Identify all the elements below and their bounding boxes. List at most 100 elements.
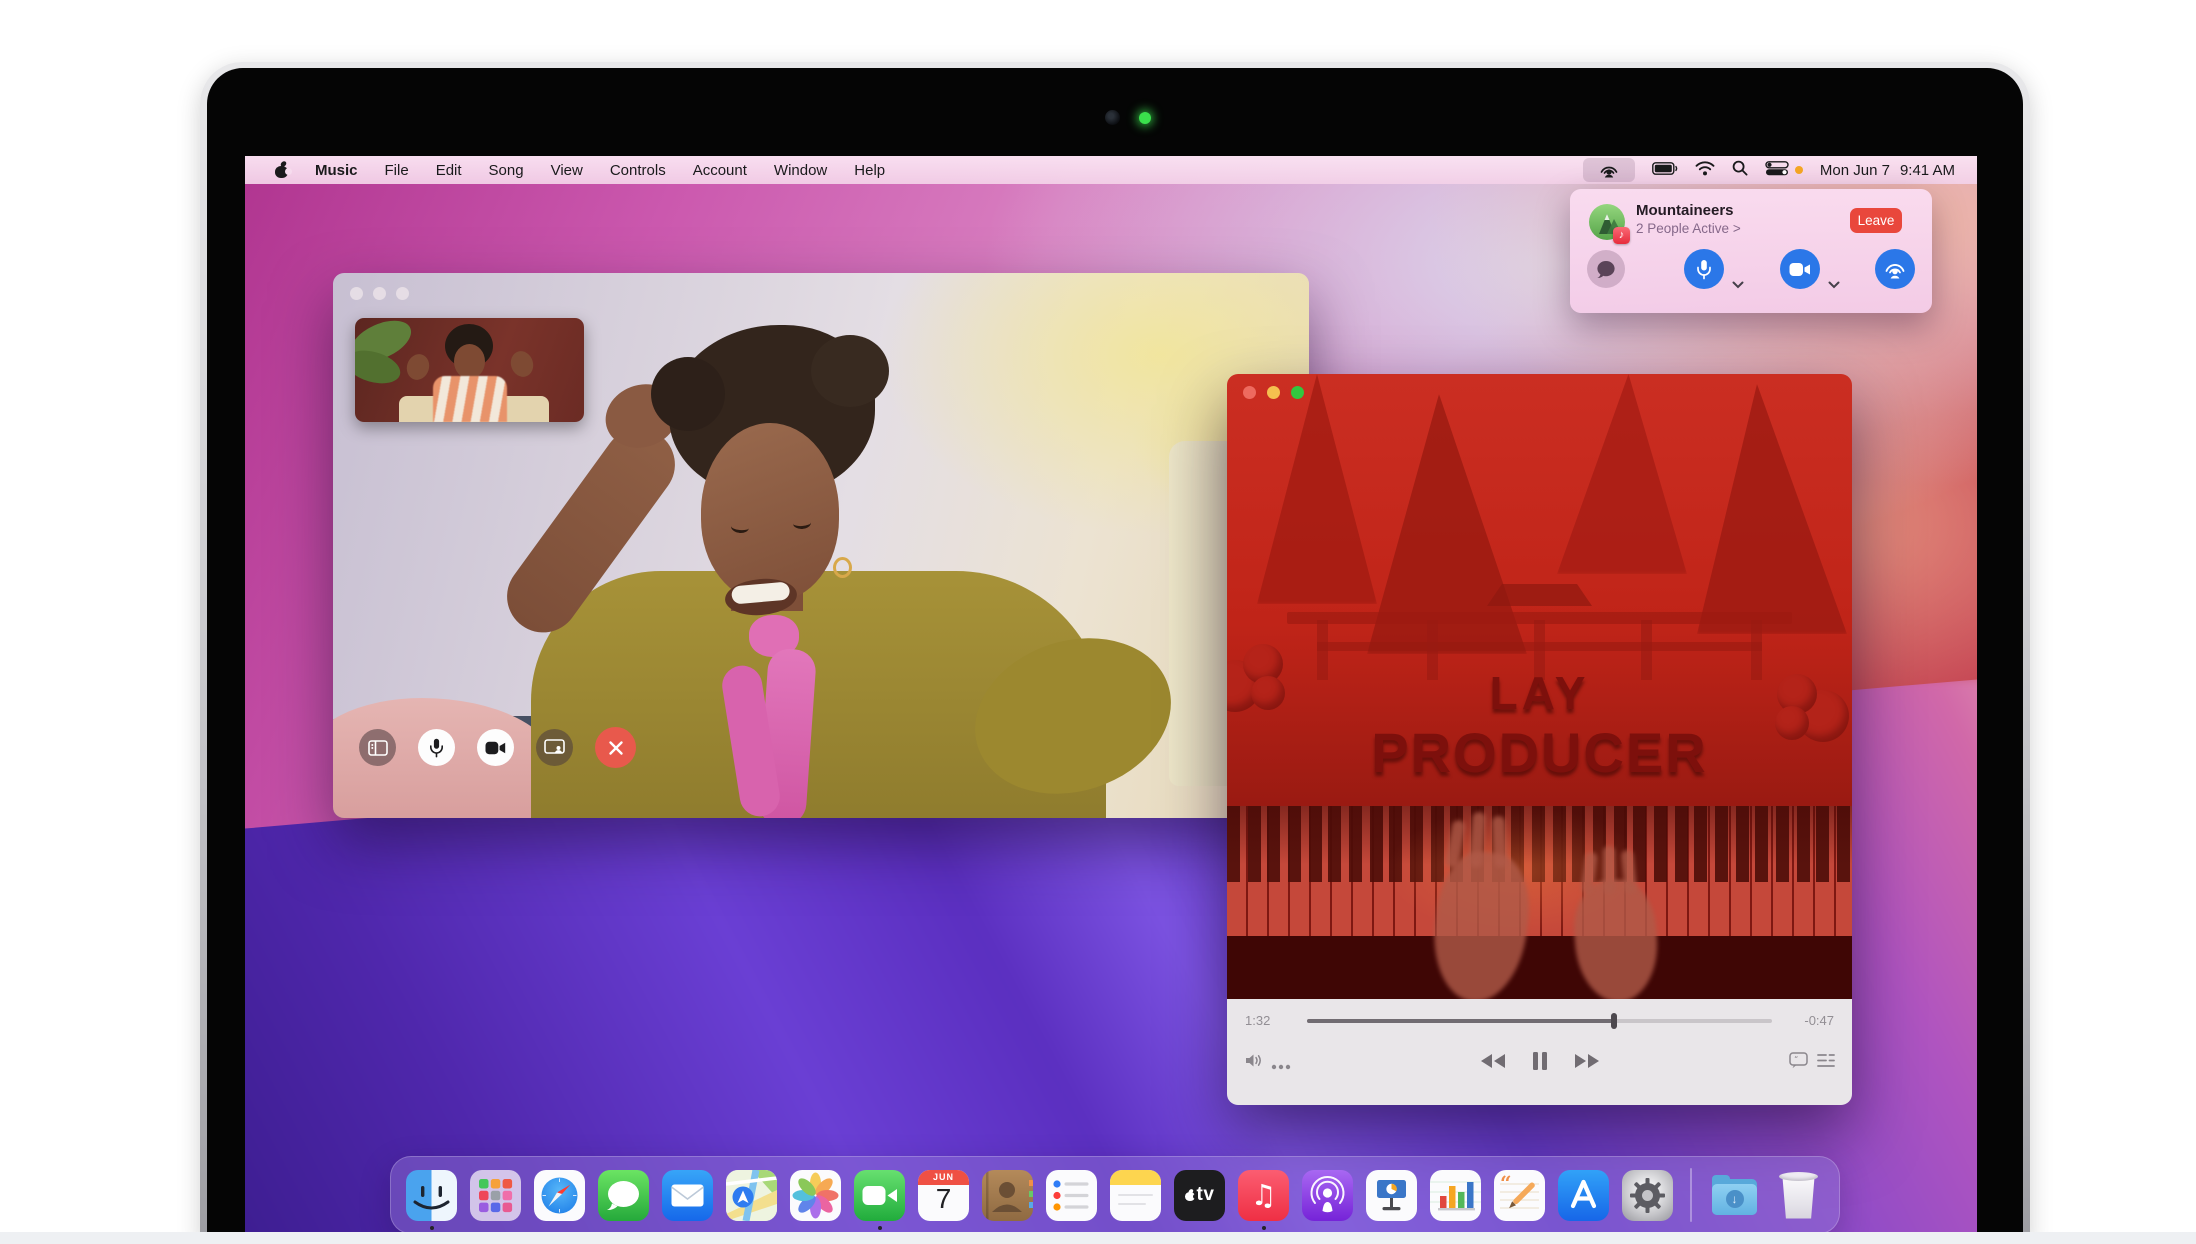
tv-label: tv <box>1196 1184 1215 1205</box>
dock-item-trash[interactable] <box>1773 1170 1824 1221</box>
control-center-icon[interactable] <box>1765 160 1789 180</box>
player-controls: 1:32 -0:47 “ <box>1227 999 1852 1105</box>
zoom-button[interactable] <box>396 287 409 300</box>
menu-date[interactable]: Mon Jun 7 <box>1820 162 1890 179</box>
dock-item-system-preferences[interactable] <box>1622 1169 1673 1221</box>
svg-text:“: “ <box>1500 1171 1512 1195</box>
dock-item-maps[interactable] <box>726 1169 777 1221</box>
menu-help[interactable]: Help <box>854 162 885 179</box>
dock-item-launchpad[interactable] <box>470 1169 521 1221</box>
dock-item-pages[interactable]: “ <box>1494 1169 1545 1221</box>
app-store-icon <box>1558 1169 1609 1221</box>
apple-logo <box>1184 1188 1198 1201</box>
dock-item-mail[interactable] <box>662 1169 713 1221</box>
facetime-window <box>333 273 1309 818</box>
close-button[interactable] <box>350 287 363 300</box>
facetime-call-controls <box>359 727 636 768</box>
man-shirt <box>433 376 507 422</box>
mic-chevron-down-icon[interactable] <box>1732 276 1744 294</box>
safari-icon <box>534 1169 585 1221</box>
local-video-pip[interactable] <box>355 318 584 422</box>
facetime-icon <box>854 1169 905 1221</box>
dock-item-notes[interactable] <box>1110 1169 1161 1221</box>
downloads-folder-icon: ↓ <box>1709 1170 1760 1221</box>
shareplay-panel: ♪ Mountaineers 2 People Active > Leave <box>1570 189 1932 313</box>
elapsed-time: 1:32 <box>1245 1013 1271 1028</box>
dock-item-reminders[interactable] <box>1046 1169 1097 1221</box>
minimize-button[interactable] <box>1267 386 1280 399</box>
dock-item-messages[interactable] <box>598 1169 649 1221</box>
lyrics-icon[interactable]: “ <box>1789 1052 1808 1074</box>
menu-time[interactable]: 9:41 AM <box>1900 162 1955 179</box>
video-toggle-button[interactable] <box>477 729 514 766</box>
music-app-icon: ♫ <box>1238 1169 1289 1221</box>
dock-item-tv[interactable]: tv <box>1174 1169 1225 1221</box>
pages-icon: “ <box>1494 1169 1545 1221</box>
calendar-day: 7 <box>935 1182 952 1214</box>
dock-item-calendar[interactable]: JUN 7 <box>918 1169 969 1221</box>
dock-item-facetime[interactable] <box>854 1169 905 1230</box>
share-screen-button[interactable] <box>536 729 573 766</box>
menu-window[interactable]: Window <box>774 162 827 179</box>
menu-controls[interactable]: Controls <box>610 162 666 179</box>
camera-active-led <box>1139 112 1151 124</box>
dock-item-music[interactable]: ♫ <box>1238 1169 1289 1230</box>
menu-view[interactable]: View <box>551 162 583 179</box>
shareplay-people-active[interactable]: 2 People Active > <box>1636 221 1741 236</box>
shareplay-menu-icon[interactable] <box>1582 158 1635 182</box>
dock-item-contacts[interactable] <box>982 1169 1033 1221</box>
dock-item-finder[interactable] <box>406 1169 457 1230</box>
menu-account[interactable]: Account <box>693 162 747 179</box>
end-call-button[interactable] <box>595 727 636 768</box>
rewind-button[interactable] <box>1480 1053 1506 1074</box>
mic-button[interactable] <box>1684 249 1724 289</box>
menu-app-name[interactable]: Music <box>315 162 358 179</box>
camera-button[interactable] <box>1780 249 1820 289</box>
keynote-icon <box>1366 1169 1417 1221</box>
menu-edit[interactable]: Edit <box>436 162 462 179</box>
dock-item-app-store[interactable] <box>1558 1169 1609 1221</box>
progress-thumb[interactable] <box>1610 1012 1617 1029</box>
dock-item-keynote[interactable] <box>1366 1169 1417 1221</box>
progress-bar[interactable] <box>1307 1012 1772 1029</box>
numbers-icon <box>1430 1169 1481 1221</box>
dock-item-safari[interactable] <box>534 1169 585 1221</box>
battery-icon[interactable] <box>1652 161 1678 179</box>
leave-button[interactable]: Leave <box>1850 208 1902 233</box>
minimize-button[interactable] <box>373 287 386 300</box>
dock: JUN 7 tv ♫ “ ↓ <box>390 1156 1840 1234</box>
mail-icon <box>662 1169 713 1221</box>
mute-button[interactable] <box>418 729 455 766</box>
shareplay-button[interactable] <box>1875 249 1915 289</box>
dock-item-photos[interactable] <box>790 1169 841 1221</box>
volume-icon[interactable] <box>1245 1053 1263 1073</box>
dock-divider <box>1690 1168 1692 1222</box>
dock-item-podcasts[interactable] <box>1302 1169 1353 1221</box>
menu-file[interactable]: File <box>385 162 409 179</box>
man-face <box>454 344 485 379</box>
dock-item-numbers[interactable] <box>1430 1169 1481 1221</box>
zoom-button[interactable] <box>1291 386 1304 399</box>
close-button[interactable] <box>1243 386 1256 399</box>
camera-chevron-down-icon[interactable] <box>1828 276 1840 294</box>
sidebar-toggle-button[interactable] <box>359 729 396 766</box>
more-icon[interactable] <box>1271 1057 1291 1075</box>
contacts-icon <box>982 1169 1033 1221</box>
search-icon[interactable] <box>1732 160 1748 180</box>
album-title-line2: PRODUCER <box>1371 721 1708 784</box>
music-traffic-lights <box>1243 386 1304 399</box>
dock-item-downloads[interactable]: ↓ <box>1709 1170 1760 1221</box>
macbook-frame: Music File Edit Song View Controls Accou… <box>200 62 2030 1244</box>
pause-button[interactable] <box>1532 1051 1548 1076</box>
album-artwork: LAY PRODUCER <box>1227 374 1852 999</box>
page-bottom-strip <box>0 1232 2196 1244</box>
wifi-icon[interactable] <box>1695 160 1715 180</box>
queue-icon[interactable] <box>1817 1053 1835 1073</box>
message-bubble-button[interactable] <box>1587 250 1625 288</box>
menu-song[interactable]: Song <box>489 162 524 179</box>
display-bezel: Music File Edit Song View Controls Accou… <box>207 68 2023 1244</box>
maps-icon <box>726 1169 777 1221</box>
calendar-icon: JUN 7 <box>918 1169 969 1221</box>
apple-menu-icon[interactable] <box>275 160 292 178</box>
fast-forward-button[interactable] <box>1574 1053 1600 1074</box>
